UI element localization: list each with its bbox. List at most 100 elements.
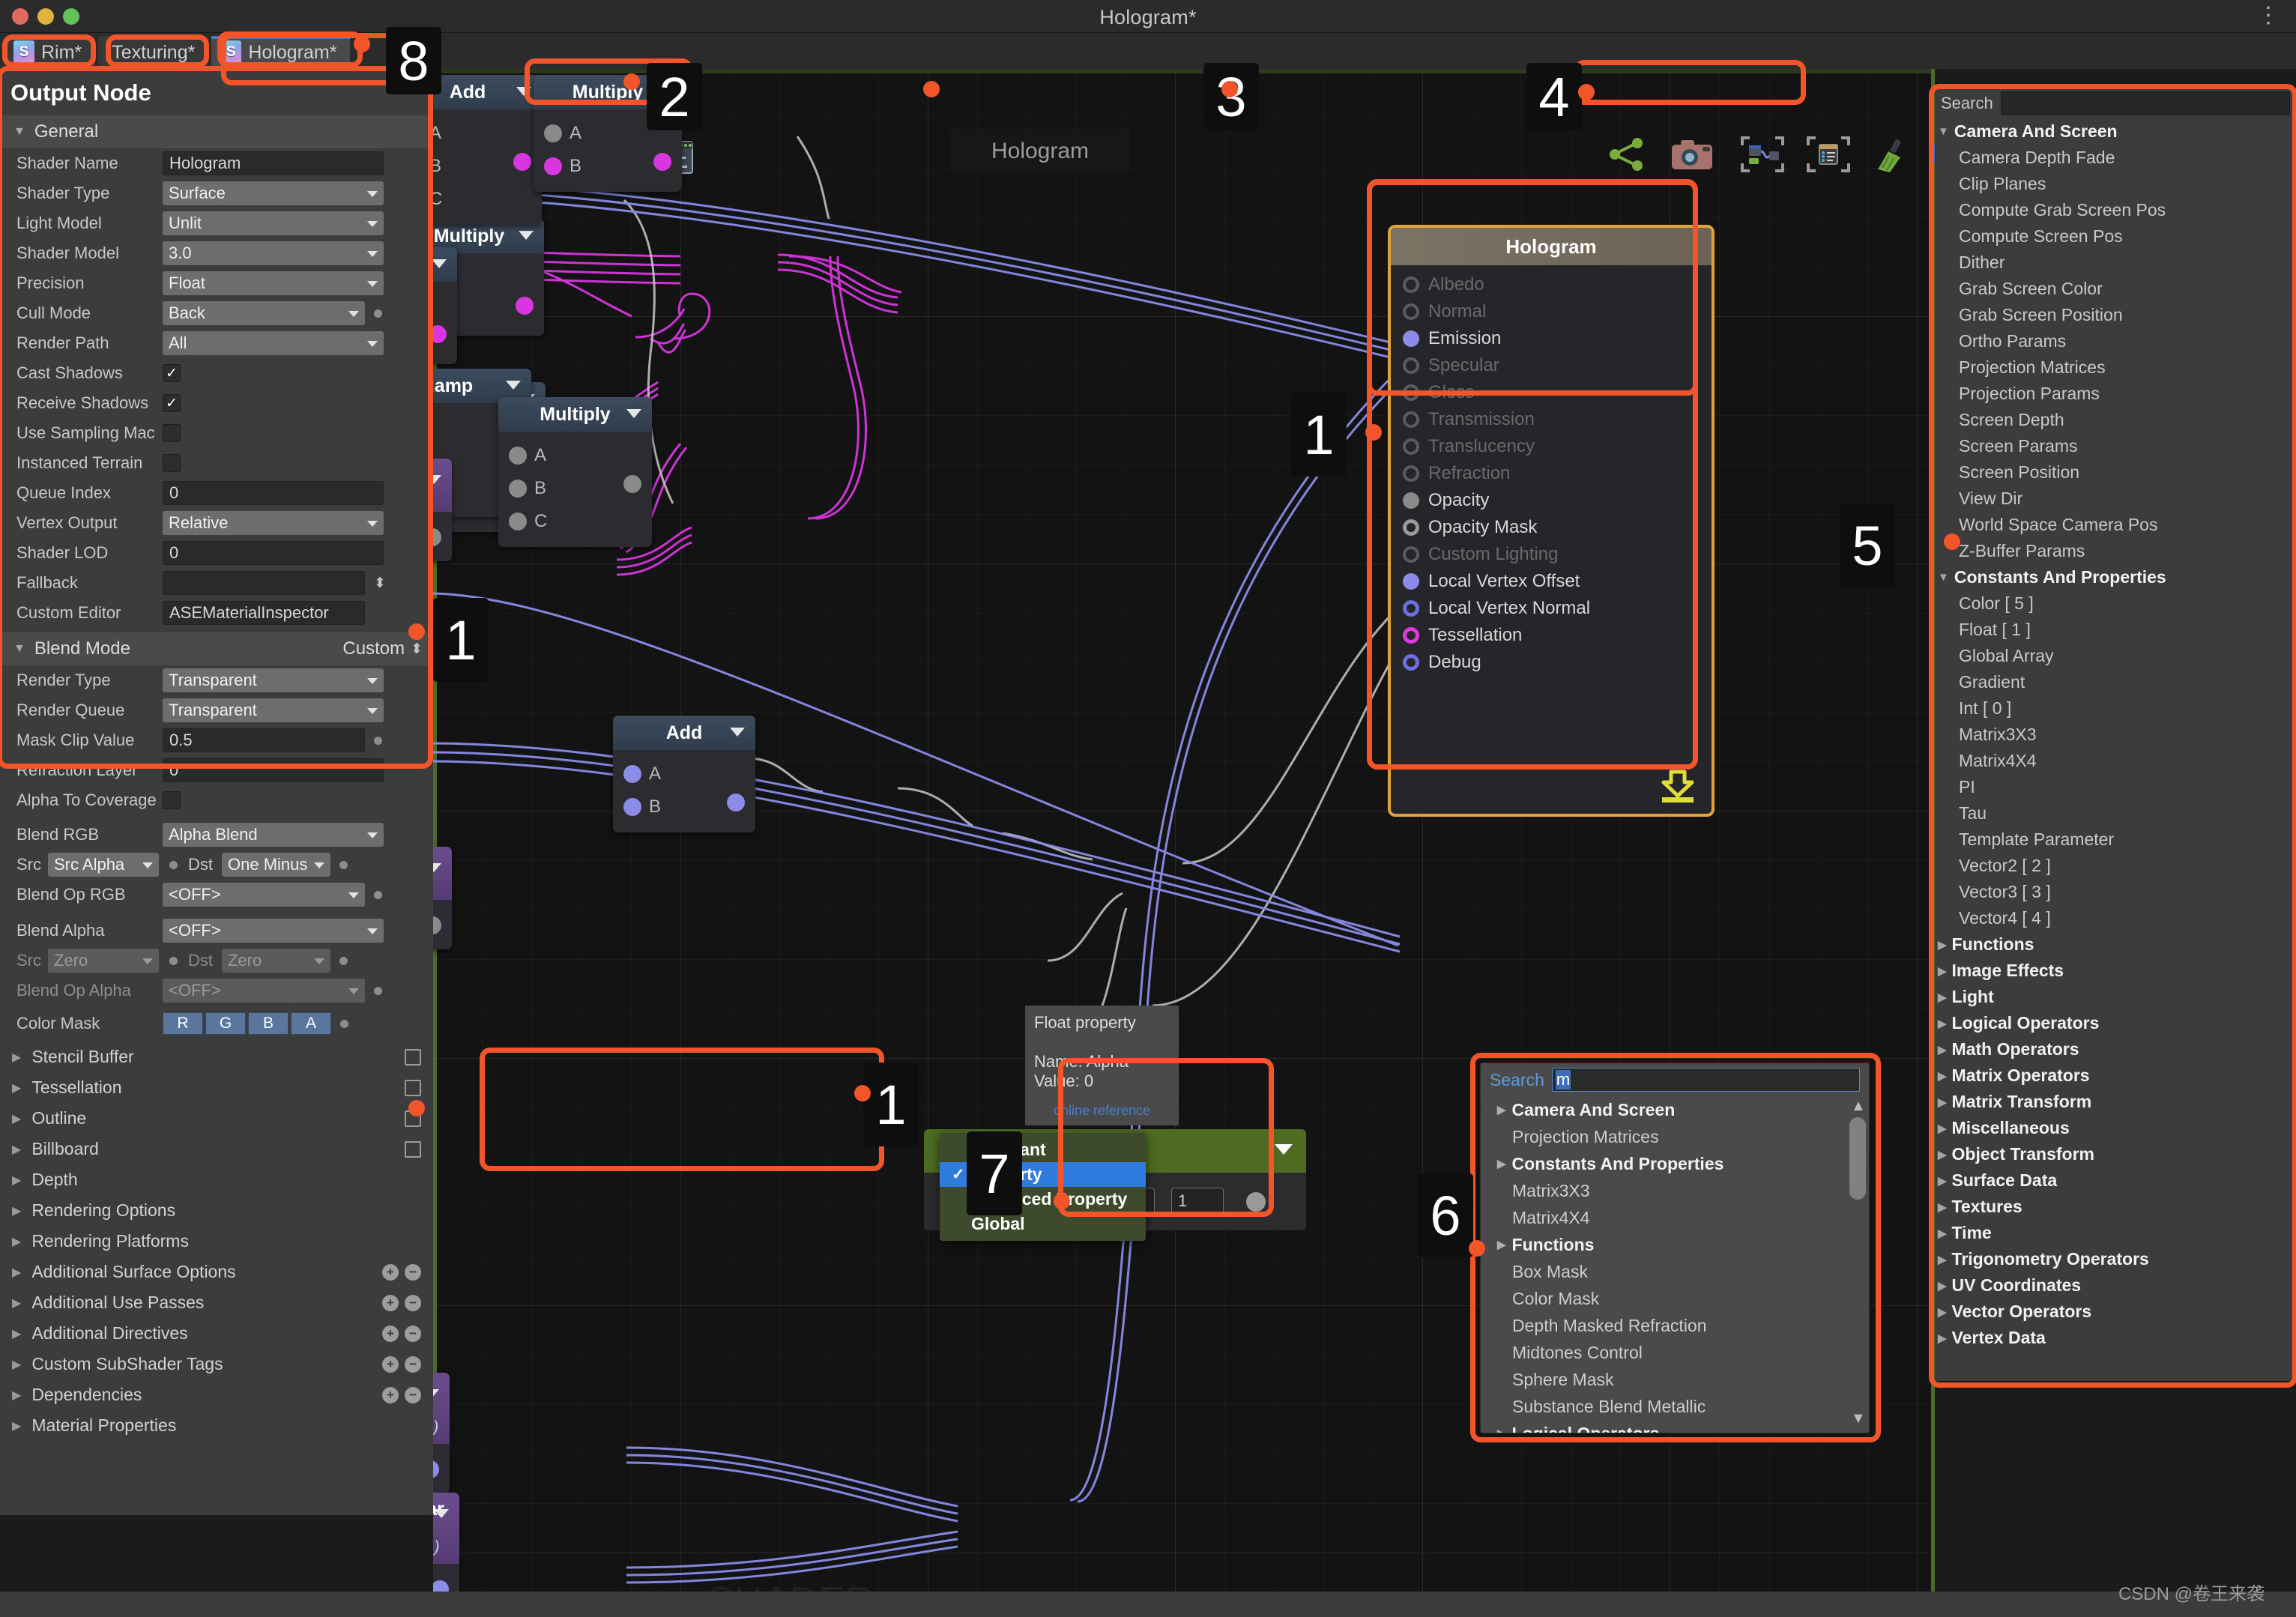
remove-icon[interactable]: − xyxy=(405,1325,421,1342)
property-toggle-dot[interactable] xyxy=(340,1019,348,1028)
popup-item[interactable]: Projection Matrices xyxy=(1481,1123,1869,1150)
refraction-layer-input[interactable]: 0 xyxy=(163,758,384,782)
output-pin[interactable] xyxy=(516,297,534,315)
input-pin[interactable] xyxy=(623,765,641,783)
palette-item[interactable]: Dither xyxy=(1935,250,2296,276)
master-input-gloss[interactable]: Gloss xyxy=(1391,379,1712,406)
shader-model-dropdown[interactable]: 3.0 xyxy=(163,241,384,265)
camera-icon[interactable] xyxy=(1671,138,1713,175)
stepper-icon[interactable]: ⬍ xyxy=(411,641,423,658)
color-mask-toggle-group[interactable]: R G B A xyxy=(163,1012,331,1035)
palette-category[interactable]: ▶ Trigonometry Operators xyxy=(1935,1246,2296,1272)
palette-list[interactable]: ▼ Camera And Screen Camera Depth Fade Clip … xyxy=(1935,118,2296,1351)
palette-category[interactable]: ▶ Light xyxy=(1935,984,2296,1010)
fold-depth[interactable]: ▶ Depth xyxy=(0,1164,433,1195)
popup-category[interactable]: ▶ Camera And Screen xyxy=(1481,1096,1869,1123)
node-palette-panel[interactable]: Search ▼ Camera And Screen Camera Depth Fa… xyxy=(1935,88,2296,1381)
popup-category[interactable]: ▶Logical Operators xyxy=(1481,1420,1869,1433)
palette-item[interactable]: Grab Screen Color xyxy=(1935,276,2296,302)
shader-name-input[interactable]: Hologram xyxy=(163,151,384,175)
palette-item[interactable]: Int [ 0 ] xyxy=(1935,695,2296,722)
mask-clip-value-input[interactable]: 0.5 xyxy=(163,728,365,752)
color-mask-g[interactable]: G xyxy=(205,1012,246,1035)
fold-stencil-buffer[interactable]: ▶ Stencil Buffer xyxy=(0,1042,433,1072)
render-type-dropdown[interactable]: Transparent xyxy=(163,668,384,692)
property-toggle-dot[interactable] xyxy=(374,309,382,318)
output-pin[interactable] xyxy=(433,916,441,934)
palette-category[interactable]: ▶ Functions xyxy=(1935,931,2296,958)
local-var-alpha[interactable]: Get Local Var xyxy=(433,847,452,949)
property-toggle-dot[interactable] xyxy=(339,860,348,869)
scrollbar-thumb[interactable] xyxy=(1849,1117,1866,1200)
fold-additional-surface-options[interactable]: ▶ Additional Surface Options + − xyxy=(0,1257,433,1287)
blend-rgb-dropdown[interactable]: Alpha Blend xyxy=(163,823,384,847)
output-pin[interactable] xyxy=(513,153,531,171)
scroll-down-icon[interactable]: ▼ xyxy=(1851,1410,1866,1427)
focus-selection-icon[interactable] xyxy=(1741,135,1784,178)
precision-dropdown[interactable]: Float xyxy=(163,271,384,295)
palette-category[interactable]: ▶ Surface Data xyxy=(1935,1167,2296,1194)
palette-item[interactable]: Screen Params xyxy=(1935,433,2296,459)
node-add-1[interactable]: Add A B C xyxy=(433,75,542,225)
palette-item[interactable]: Vector3 [ 3 ] xyxy=(1935,879,2296,905)
output-pin[interactable] xyxy=(433,528,441,546)
output-pin[interactable] xyxy=(623,475,641,493)
palette-category[interactable]: ▶ Image Effects xyxy=(1935,958,2296,984)
popup-item[interactable]: Color Mask xyxy=(1481,1285,1869,1312)
palette-item[interactable]: Ortho Params xyxy=(1935,328,2296,354)
kebab-menu-icon[interactable]: ⋮ xyxy=(2257,4,2280,27)
popup-search-input[interactable]: m xyxy=(1551,1068,1860,1092)
add-icon[interactable]: + xyxy=(382,1355,399,1373)
add-icon[interactable]: + xyxy=(382,1386,399,1403)
property-toggle-dot[interactable] xyxy=(374,736,382,745)
palette-item[interactable]: Float [ 1 ] xyxy=(1935,617,2296,643)
fold-custom-subshader-tags[interactable]: ▶ Custom SubShader Tags + − xyxy=(0,1349,433,1379)
local-var-glitchvertexoffset[interactable]: Get Local Var Var( GlitchVertexOffset ) xyxy=(433,1373,450,1493)
input-pin[interactable] xyxy=(509,447,527,465)
remove-icon[interactable]: − xyxy=(405,1263,421,1281)
palette-category[interactable]: ▶ Logical Operators xyxy=(1935,1010,2296,1036)
input-pin[interactable] xyxy=(544,157,562,175)
fold-outline[interactable]: ▶ Outline xyxy=(0,1103,433,1134)
alpha-to-coverage-checkbox[interactable] xyxy=(163,791,181,809)
render-path-dropdown[interactable]: All xyxy=(163,331,384,355)
scroll-up-icon[interactable]: ▲ xyxy=(1851,1098,1866,1115)
master-node-hologram[interactable]: Hologram Albedo Normal Emission Specular… xyxy=(1388,225,1715,817)
master-input-local-vertex-normal[interactable]: Local Vertex Normal xyxy=(1391,595,1712,622)
palette-category[interactable]: ▼ Constants And Properties xyxy=(1935,564,2296,590)
palette-item[interactable]: Screen Position xyxy=(1935,459,2296,486)
palette-category[interactable]: ▶ Vertex Data xyxy=(1935,1325,2296,1351)
node-max[interactable]: Max A B xyxy=(433,247,457,364)
section-blend-mode[interactable]: ▼ Blend Mode Custom ⬍ xyxy=(0,632,433,665)
online-reference-link[interactable]: online reference xyxy=(1034,1103,1170,1119)
palette-category[interactable]: ▶ Time xyxy=(1935,1220,2296,1246)
palette-item[interactable]: Screen Depth xyxy=(1935,407,2296,433)
input-pin[interactable] xyxy=(544,124,562,142)
property-toggle-dot[interactable] xyxy=(169,860,178,869)
download-icon[interactable] xyxy=(1655,767,1701,806)
fallback-input[interactable] xyxy=(163,571,365,595)
master-input-debug[interactable]: Debug xyxy=(1391,649,1712,676)
palette-item[interactable]: Clip Planes xyxy=(1935,171,2296,197)
master-input-tessellation[interactable]: Tessellation xyxy=(1391,622,1712,649)
input-pin[interactable] xyxy=(509,480,527,498)
dst-alpha-dropdown[interactable]: Zero xyxy=(222,949,330,973)
popup-item[interactable]: Substance Blend Metallic xyxy=(1481,1393,1869,1420)
property-toggle-dot[interactable] xyxy=(374,890,382,899)
fold-tessellation[interactable]: ▶ Tessellation xyxy=(0,1072,433,1103)
palette-item[interactable]: Projection Params xyxy=(1935,381,2296,407)
popup-item[interactable]: Matrix3X3 xyxy=(1481,1177,1869,1204)
master-input-specular[interactable]: Specular xyxy=(1391,352,1712,379)
src-rgb-dropdown[interactable]: Src Alpha xyxy=(48,853,159,877)
popup-item[interactable]: Sphere Mask xyxy=(1481,1366,1869,1393)
focus-node-icon[interactable] xyxy=(1807,135,1850,178)
palette-category[interactable]: ▶ Matrix Transform xyxy=(1935,1089,2296,1115)
palette-category[interactable]: ▶ Math Operators xyxy=(1935,1036,2296,1063)
add-icon[interactable]: + xyxy=(382,1294,399,1311)
palette-item[interactable]: World Space Camera Pos xyxy=(1935,512,2296,538)
fold-rendering-platforms[interactable]: ▶ Rendering Platforms xyxy=(0,1226,433,1257)
palette-item[interactable]: Compute Grab Screen Pos xyxy=(1935,197,2296,223)
popup-item[interactable]: Depth Masked Refraction xyxy=(1481,1312,1869,1339)
node-search-popup[interactable]: Search m ▶ Camera And Screen Projection M… xyxy=(1480,1063,1870,1433)
use-sampling-macros-checkbox[interactable] xyxy=(163,424,181,442)
